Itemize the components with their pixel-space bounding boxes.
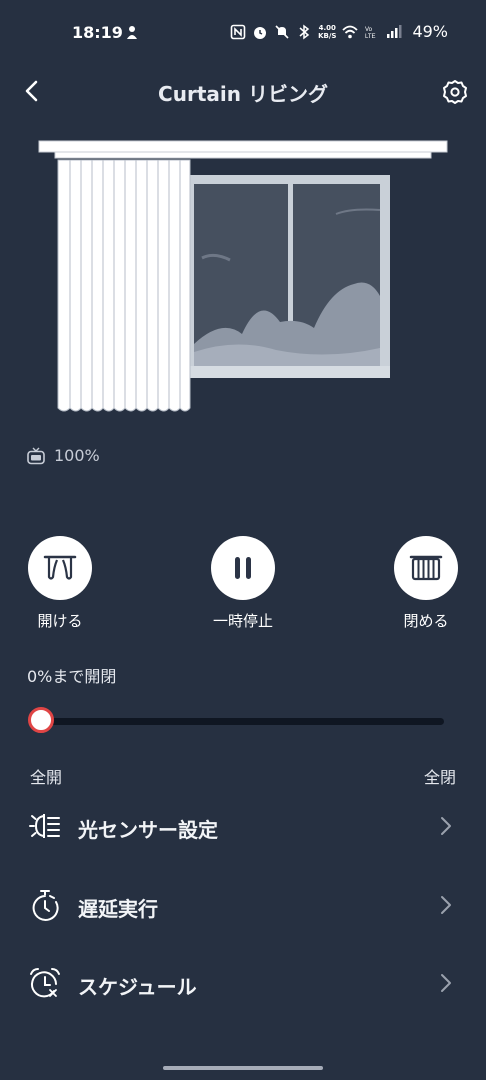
svg-text:LTE: LTE bbox=[365, 34, 376, 40]
timer-icon bbox=[32, 890, 59, 921]
status-icons: 4.00 KB/S Vo LTE 49% bbox=[230, 22, 448, 41]
open-label: 開ける bbox=[37, 612, 83, 630]
data-speed: 4.00 KB/S bbox=[318, 23, 337, 40]
battery-level: 100% bbox=[54, 446, 100, 465]
open-button-circle[interactable] bbox=[28, 536, 92, 600]
pause-icon bbox=[235, 557, 251, 579]
fully-open-label: 全開 bbox=[30, 768, 63, 787]
curtain-close-icon bbox=[409, 555, 443, 581]
curtain-open-icon bbox=[43, 555, 77, 580]
position-slider-track[interactable] bbox=[36, 718, 444, 725]
curtain-illustration bbox=[38, 140, 448, 412]
position-slider-knob[interactable] bbox=[28, 707, 54, 733]
close-label: 閉める bbox=[403, 612, 449, 630]
pause-button-circle[interactable] bbox=[211, 536, 275, 600]
device-battery: 100% bbox=[26, 446, 100, 465]
mute-icon bbox=[275, 24, 289, 39]
menu-label-schedule: スケジュール bbox=[78, 975, 197, 999]
app-header: Curtain リビング bbox=[0, 66, 486, 118]
alarm-icon bbox=[254, 26, 267, 39]
status-bar: 18:19 4.00 KB/S Vo LTE 49% bbox=[0, 0, 486, 66]
position-label: 0%まで開閉 bbox=[27, 667, 117, 686]
bluetooth-icon bbox=[299, 24, 310, 39]
gear-icon[interactable] bbox=[440, 77, 470, 107]
chevron-right-icon bbox=[441, 896, 451, 914]
menu-label-delay: 遅延実行 bbox=[78, 897, 158, 921]
close-button[interactable]: 閉める bbox=[376, 536, 476, 631]
page-title: Curtain リビング bbox=[158, 82, 328, 106]
person-icon bbox=[127, 26, 137, 39]
pause-button[interactable]: 一時停止 bbox=[193, 536, 293, 631]
fully-closed-label: 全閉 bbox=[423, 768, 456, 787]
menu-item-light-sensor[interactable]: 光センサー設定 bbox=[0, 797, 486, 857]
nfc-icon bbox=[230, 24, 246, 39]
wifi-icon bbox=[342, 25, 359, 38]
battery-percent: 49% bbox=[412, 22, 448, 41]
menu-item-schedule[interactable]: スケジュール bbox=[0, 954, 486, 1014]
light-sensor-icon bbox=[29, 814, 60, 838]
signal-icon bbox=[387, 24, 402, 38]
menu-label-light-sensor: 光センサー設定 bbox=[78, 818, 218, 842]
svg-text:Vo: Vo bbox=[365, 27, 373, 33]
chevron-right-icon bbox=[441, 974, 451, 992]
pause-label: 一時停止 bbox=[212, 612, 273, 630]
volte-icon: Vo LTE bbox=[365, 27, 376, 40]
open-button[interactable]: 開ける bbox=[10, 536, 110, 631]
home-indicator[interactable] bbox=[163, 1066, 323, 1070]
menu-item-delay[interactable]: 遅延実行 bbox=[0, 876, 486, 936]
status-time: 18:19 bbox=[72, 23, 123, 42]
chevron-right-icon bbox=[441, 817, 451, 835]
battery-icon bbox=[27, 447, 45, 464]
close-button-circle[interactable] bbox=[394, 536, 458, 600]
alarm-clock-icon bbox=[30, 968, 60, 998]
